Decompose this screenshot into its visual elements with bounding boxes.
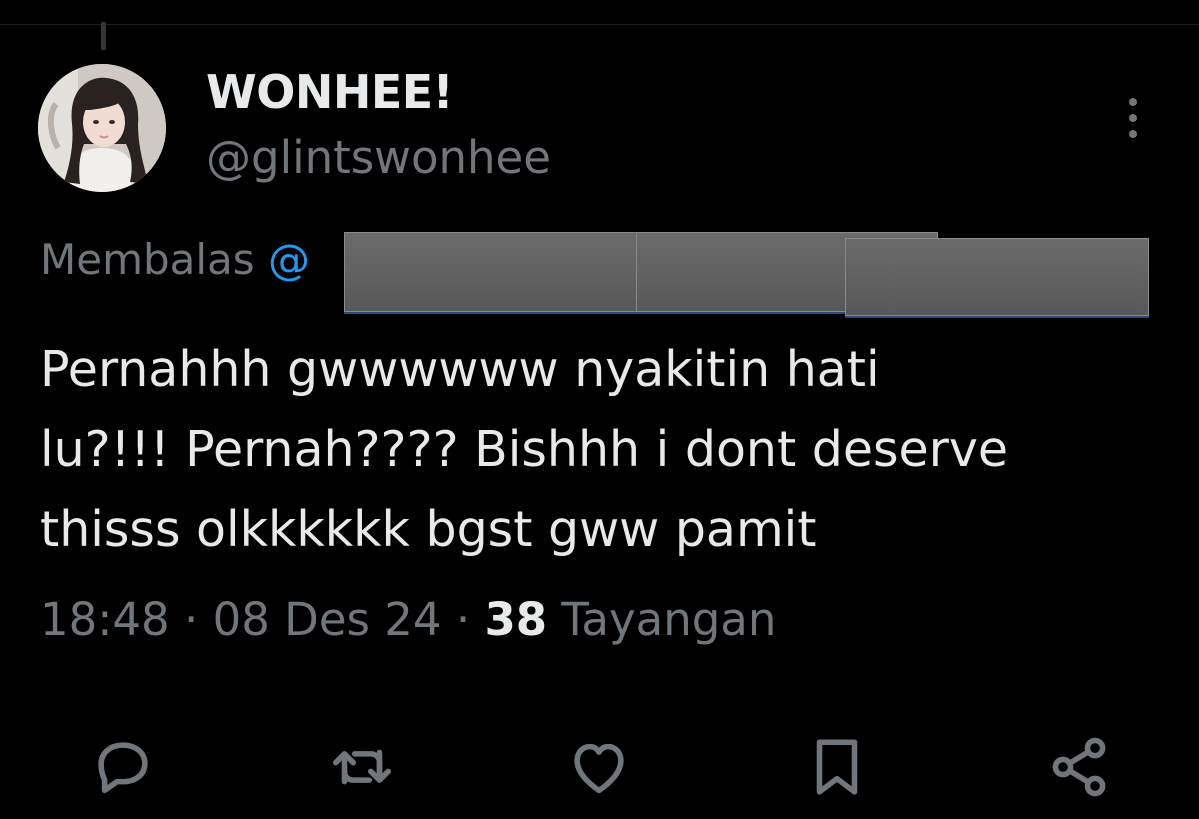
more-dot [1129, 114, 1137, 122]
thread-connector-line [101, 22, 106, 50]
reply-mention-link[interactable]: @ [268, 235, 310, 284]
divider [0, 24, 1199, 25]
redaction-box [845, 238, 1149, 316]
reply-icon[interactable] [88, 732, 158, 802]
views-count[interactable]: 38 [484, 593, 547, 646]
redaction-box [344, 232, 644, 312]
retweet-icon[interactable] [327, 732, 397, 802]
share-icon[interactable] [1044, 732, 1114, 802]
views-label[interactable]: Tayangan [547, 593, 776, 646]
meta-separator: · [169, 593, 213, 646]
more-dot [1129, 130, 1137, 138]
action-bar [0, 732, 1199, 808]
avatar[interactable] [38, 64, 166, 192]
tweet-date[interactable]: 08 Des 24 [213, 593, 442, 646]
heart-icon[interactable] [564, 732, 634, 802]
meta-separator: · [441, 593, 485, 646]
more-dot [1129, 98, 1137, 106]
tweet-text: Pernahhh gwwwwww nyakitin hati lu?!!! Pe… [40, 341, 1008, 558]
author-handle[interactable]: @glintswonhee [206, 130, 551, 186]
tweet-detail: WONHEE! @glintswonhee Membalas @ Pernahh… [0, 0, 1199, 819]
reply-prefix: Membalas [40, 235, 255, 284]
tweet-meta: 18:48 · 08 Des 24 · 38 Tayangan [40, 592, 776, 648]
more-vertical-icon[interactable] [1118, 96, 1148, 140]
avatar-image [38, 64, 166, 192]
tweet-time[interactable]: 18:48 [40, 593, 170, 646]
bookmark-icon[interactable] [802, 732, 872, 802]
reply-context: Membalas @ [40, 233, 310, 287]
author-display-name[interactable]: WONHEE! [206, 64, 454, 120]
